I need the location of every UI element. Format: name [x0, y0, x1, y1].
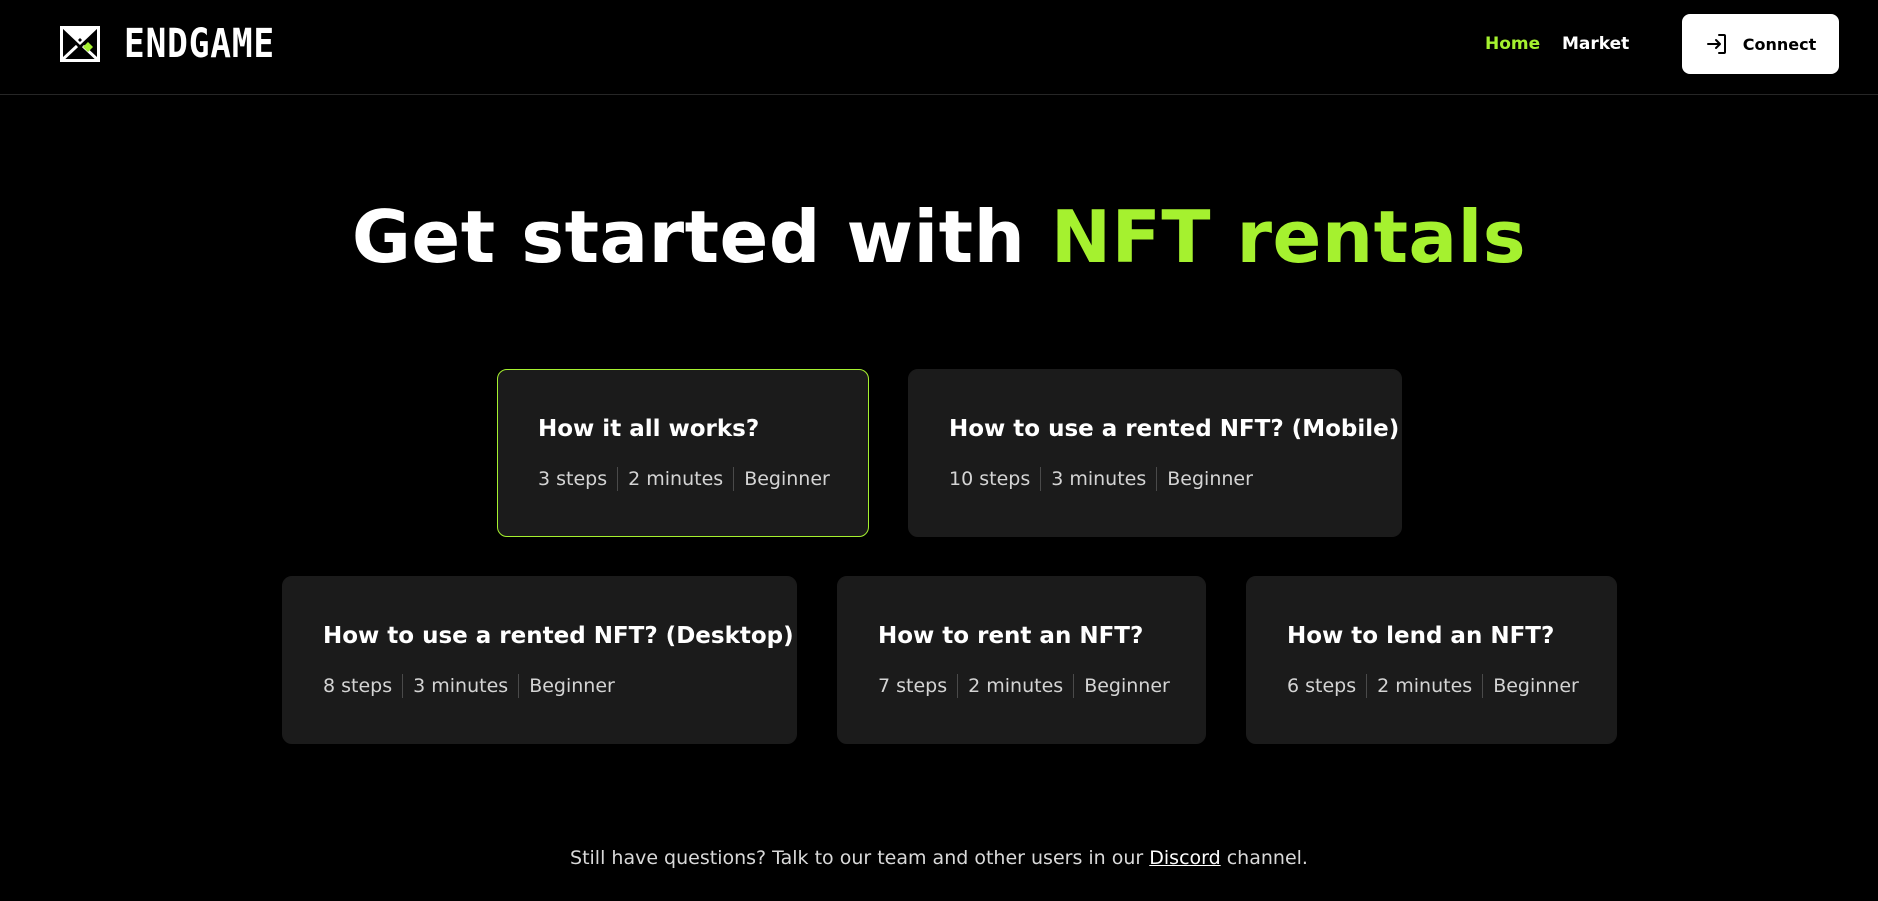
guide-card-meta: 3 steps 2 minutes Beginner — [538, 466, 830, 492]
guide-card-level: Beginner — [744, 468, 830, 490]
guide-card-level: Beginner — [1493, 675, 1579, 697]
guide-card-steps: 10 steps — [949, 468, 1031, 490]
meta-divider — [1482, 674, 1484, 698]
guide-card-level: Beginner — [1167, 468, 1253, 490]
guide-card-meta: 6 steps 2 minutes Beginner — [1287, 673, 1579, 699]
guide-card-duration: 2 minutes — [968, 675, 1064, 697]
guide-card-rent-nft[interactable]: How to rent an NFT? 7 steps 2 minutes Be… — [837, 576, 1206, 744]
guide-card-meta: 8 steps 3 minutes Beginner — [323, 673, 615, 699]
support-note: Still have questions? Talk to our team a… — [0, 845, 1878, 871]
guide-card-steps: 8 steps — [323, 675, 393, 697]
meta-divider — [1040, 467, 1042, 491]
meta-divider — [617, 467, 619, 491]
connect-button-label: Connect — [1742, 34, 1817, 54]
guide-card-lend-nft[interactable]: How to lend an NFT? 6 steps 2 minutes Be… — [1246, 576, 1617, 744]
meta-divider — [402, 674, 404, 698]
guide-card-title: How to lend an NFT? — [1287, 623, 1555, 649]
sign-in-arrow-icon — [1706, 34, 1726, 54]
page-title-accent: NFT rentals — [1050, 195, 1527, 279]
meta-divider — [1366, 674, 1368, 698]
page-title-prefix: Get started with — [351, 195, 1026, 279]
meta-divider — [733, 467, 735, 491]
guide-card-how-it-works[interactable]: How it all works? 3 steps 2 minutes Begi… — [497, 369, 869, 537]
connect-button[interactable]: Connect — [1682, 14, 1839, 74]
guide-card-rented-nft-mobile[interactable]: How to use a rented NFT? (Mobile) 10 ste… — [908, 369, 1402, 537]
brand-name: ENDGAME — [124, 21, 275, 67]
guide-card-rented-nft-desktop[interactable]: How to use a rented NFT? (Desktop) 8 ste… — [282, 576, 797, 744]
guide-card-steps: 6 steps — [1287, 675, 1357, 697]
guide-card-duration: 2 minutes — [1377, 675, 1473, 697]
envelope-diamond-logo-icon — [60, 26, 100, 62]
brand-logo[interactable]: ENDGAME — [60, 24, 300, 64]
guide-card-level: Beginner — [1084, 675, 1170, 697]
support-note-text: Still have questions? Talk to our team a… — [570, 847, 1144, 869]
guide-card-duration: 3 minutes — [1051, 468, 1147, 490]
guide-card-title: How to use a rented NFT? (Desktop) — [323, 623, 794, 649]
guide-card-meta: 10 steps 3 minutes Beginner — [949, 466, 1253, 492]
page-title: Get started with NFT rentals — [0, 192, 1878, 282]
guide-card-meta: 7 steps 2 minutes Beginner — [878, 673, 1170, 699]
discord-link[interactable]: Discord — [1149, 847, 1220, 869]
top-header: ENDGAME Home Market Connect — [0, 0, 1878, 95]
guide-card-title: How to use a rented NFT? (Mobile) — [949, 416, 1400, 442]
meta-divider — [1156, 467, 1158, 491]
meta-divider — [957, 674, 959, 698]
guide-card-duration: 3 minutes — [413, 675, 509, 697]
nav-market-link[interactable]: Market — [1562, 31, 1629, 57]
nav-home-link[interactable]: Home — [1485, 31, 1540, 57]
meta-divider — [1073, 674, 1075, 698]
guide-card-steps: 7 steps — [878, 675, 948, 697]
support-note-suffix: channel. — [1226, 847, 1308, 869]
guide-card-level: Beginner — [529, 675, 615, 697]
guide-card-title: How it all works? — [538, 416, 760, 442]
guide-card-duration: 2 minutes — [628, 468, 724, 490]
guide-card-title: How to rent an NFT? — [878, 623, 1144, 649]
guide-card-steps: 3 steps — [538, 468, 608, 490]
meta-divider — [518, 674, 520, 698]
